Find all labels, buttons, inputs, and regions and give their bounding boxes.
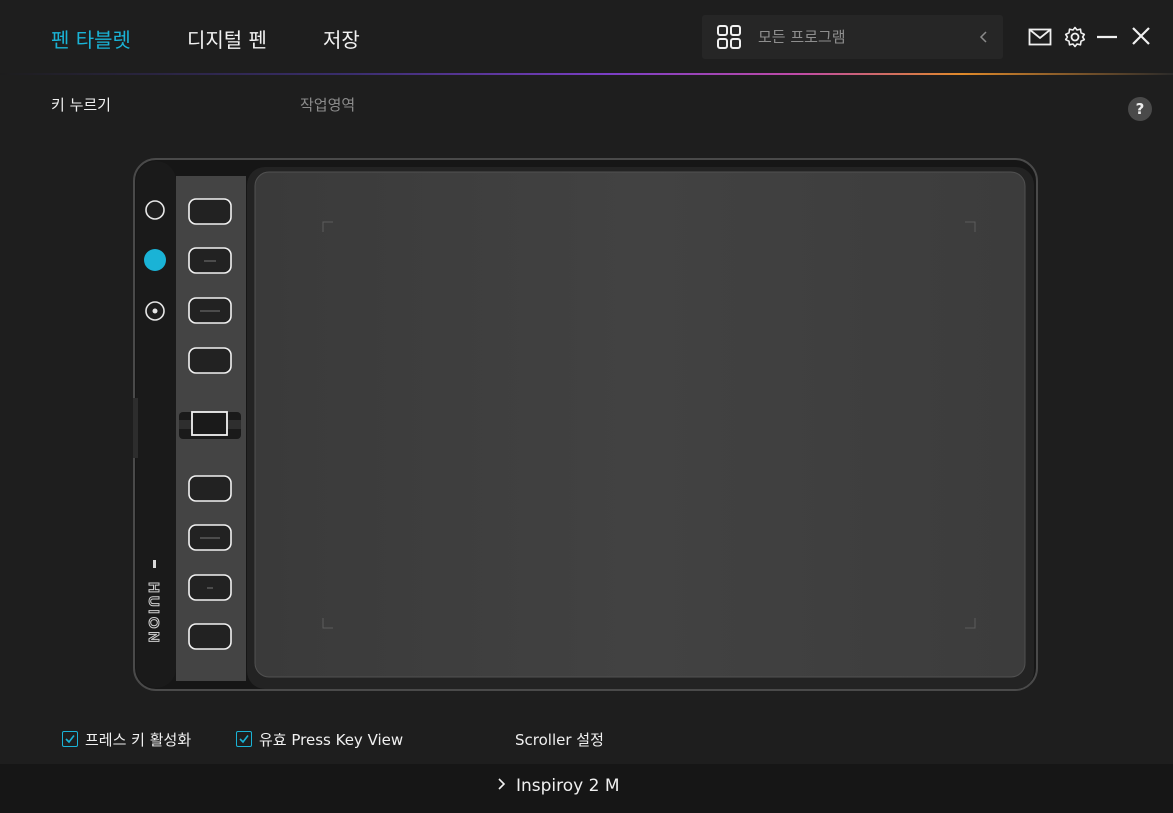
subtab-press-key[interactable]: 키 누르기 — [51, 94, 111, 115]
press-key-enable-label: 프레스 키 활성화 — [85, 731, 192, 749]
express-key-5[interactable] — [188, 475, 232, 502]
device-name: Inspiroy 2 M — [516, 776, 620, 796]
top-bar: 펜 타블렛 디지털 펜 저장 — [0, 0, 1173, 74]
chevron-right-icon — [498, 778, 506, 790]
checkmark-icon — [239, 735, 249, 744]
scroller-settings-button[interactable]: Scroller 설정 — [515, 729, 604, 750]
brand-logo: HUION — [145, 582, 162, 645]
tab-pen-tablet[interactable]: 펜 타블렛 — [51, 24, 131, 53]
mail-icon[interactable] — [1028, 28, 1052, 46]
tablet-illustration: HUION — [133, 158, 1038, 691]
chevron-left-icon[interactable] — [977, 27, 991, 47]
device-bar: Inspiroy 2 M — [0, 764, 1173, 813]
tab-digital-pen[interactable]: 디지털 펜 — [187, 24, 267, 53]
tab-save[interactable]: 저장 — [323, 24, 360, 53]
press-key-view-option[interactable]: 유효 Press Key View — [236, 729, 403, 750]
express-key-1[interactable] — [188, 198, 232, 225]
program-search[interactable] — [702, 15, 1003, 59]
press-key-view-label: 유효 Press Key View — [259, 731, 404, 749]
press-key-enable-checkbox[interactable] — [62, 731, 78, 747]
mode-indicator-1[interactable] — [145, 200, 165, 220]
scroller[interactable] — [179, 411, 241, 439]
express-key-4[interactable] — [188, 347, 232, 374]
press-key-view-checkbox[interactable] — [236, 731, 252, 747]
minimize-icon[interactable] — [1096, 26, 1118, 48]
press-key-enable-option[interactable]: 프레스 키 활성화 — [62, 729, 191, 750]
express-key-8[interactable] — [188, 623, 232, 650]
header-divider — [0, 73, 1173, 75]
search-input[interactable] — [758, 25, 958, 49]
close-icon[interactable] — [1131, 26, 1151, 46]
gear-icon[interactable] — [1064, 26, 1086, 48]
device-selector[interactable]: Inspiroy 2 M — [496, 776, 620, 796]
subtab-work-area[interactable]: 작업영역 — [300, 94, 355, 115]
grid-icon — [717, 25, 741, 49]
mode-indicator-2[interactable] — [144, 249, 166, 271]
checkmark-icon — [65, 735, 75, 744]
help-button[interactable]: ? — [1128, 97, 1152, 121]
